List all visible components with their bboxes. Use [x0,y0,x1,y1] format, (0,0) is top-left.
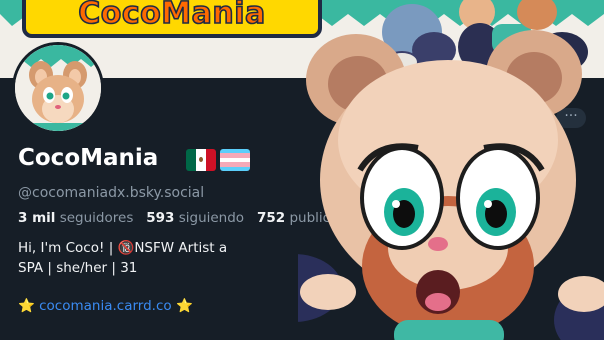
star-icon: ⭐ [175,298,193,314]
logo-text: CocoMania [77,0,266,32]
profile-display-name: CocoMania [18,145,159,171]
mascot-character-overlay [298,30,604,340]
followers-label: seguidores [59,210,134,226]
profile-handle: @cocomaniadx.bsky.social [18,185,205,201]
followers-link[interactable]: 3 mil seguidores [18,210,133,226]
mexico-flag-icon [186,149,216,171]
star-icon: ⭐ [18,298,35,314]
name-flags [186,149,250,171]
avatar-character-icon [15,45,101,131]
carrd-link[interactable]: cocomania.carrd.co [39,298,172,314]
transgender-flag-icon [220,149,250,171]
posts-count: 752 [256,210,286,226]
following-label: siguiendo [178,210,245,226]
profile-avatar[interactable] [12,42,104,134]
bio-line: Hi, I'm Coco! | 🔞NSFW Artist a [18,240,228,256]
cocomania-logo: CocoMania [22,0,322,38]
bio-link-row: ⭐ cocomania.carrd.co ⭐ [18,298,193,314]
profile-bio: Hi, I'm Coco! | 🔞NSFW Artist a SPA | she… [18,238,318,278]
following-link[interactable]: 593 siguiendo [146,210,244,226]
bio-line: SPA | she/her | 31 [18,260,138,276]
followers-count: 3 mil [18,210,56,226]
following-count: 593 [146,210,175,226]
